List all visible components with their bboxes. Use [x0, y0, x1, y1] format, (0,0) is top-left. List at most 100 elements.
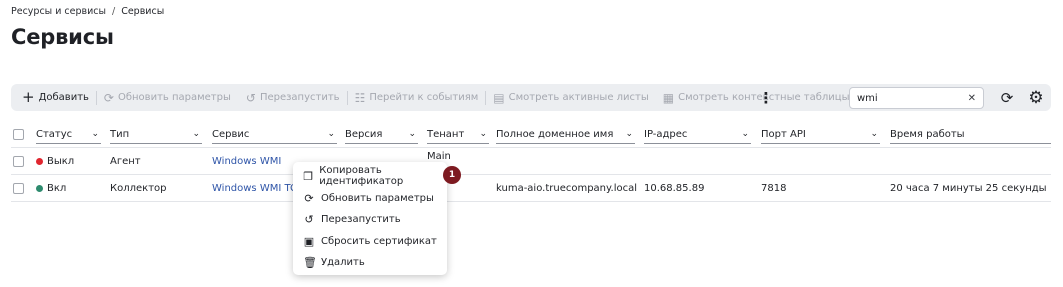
menu-item-copy-id[interactable]: ❐ Копировать идентификатор [293, 165, 447, 187]
view-active-lists-label: Смотреть активные листы [508, 92, 649, 103]
restart-button[interactable]: ↺ Перезапустить [241, 84, 345, 111]
toolbar-divider [95, 90, 97, 105]
column-header-api-port[interactable]: Порт API ⌄ [761, 121, 880, 148]
column-header-fqdn[interactable]: Полное доменное имя ⌄ [496, 121, 635, 148]
table-icon: ▦ [662, 90, 675, 105]
menu-item-label: Обновить параметры [321, 192, 434, 204]
more-vertical-icon[interactable]: ⋮ [759, 84, 774, 111]
menu-item-label: Копировать идентификатор [319, 165, 404, 187]
plus-icon: + [22, 88, 35, 106]
breadcrumb-current: Сервисы [121, 6, 165, 17]
select-all-checkbox[interactable] [13, 129, 24, 140]
menu-item-restart[interactable]: ↺ Перезапустить [293, 208, 447, 230]
service-link[interactable]: Windows WMI TCP [212, 175, 294, 202]
service-link[interactable]: Windows WMI [212, 148, 281, 175]
go-to-events-button[interactable]: ☷ Перейти к событиям [350, 84, 484, 111]
row-checkbox[interactable] [13, 156, 24, 167]
search-input[interactable]: wmi ✕ [849, 87, 984, 109]
status-cell: Вкл [36, 175, 66, 202]
update-params-label: Обновить параметры [117, 92, 231, 103]
chevron-down-icon[interactable]: ⌄ [479, 129, 487, 139]
context-menu: ❐ Копировать идентификатор ⟳ Обновить па… [293, 162, 447, 275]
view-context-tables-button[interactable]: ▦ Смотреть контекстные таблицы [658, 84, 855, 111]
breadcrumb-separator: / [111, 6, 116, 17]
page-title: Сервисы [11, 25, 114, 49]
column-underline [761, 143, 880, 144]
restart-icon: ↺ [304, 212, 314, 226]
toolbar-divider [346, 90, 348, 105]
menu-item-label: Удалить [321, 256, 365, 268]
refresh-icon: ⟳ [304, 191, 314, 205]
select-all-checkbox-cell [13, 121, 24, 148]
column-header-label: Время работы [890, 129, 965, 140]
column-underline [496, 143, 635, 144]
chevron-down-icon[interactable]: ⌄ [91, 129, 99, 139]
chevron-down-icon[interactable]: ⌄ [327, 129, 335, 139]
row-checkbox[interactable] [13, 183, 24, 194]
column-header-label: Версия [345, 129, 383, 140]
go-to-events-label: Перейти к событиям [369, 92, 479, 103]
column-header-version[interactable]: Версия ⌄ [345, 121, 418, 148]
chevron-down-icon[interactable]: ⌄ [192, 129, 200, 139]
type-cell: Агент [110, 156, 141, 167]
toolbar: + Добавить ⟳ Обновить параметры ↺ Переза… [11, 84, 1051, 111]
view-active-lists-button[interactable]: ▤ Смотреть активные листы [488, 84, 653, 111]
column-header-status[interactable]: Статус ⌄ [36, 121, 101, 148]
breadcrumb: Ресурсы и сервисы / Сервисы [11, 6, 164, 17]
refresh-icon: ⟳ [103, 90, 114, 105]
column-underline [644, 143, 751, 144]
menu-item-label: Перезапустить [321, 213, 401, 225]
column-underline [36, 143, 101, 144]
table-row[interactable]: Выкл Агент Windows WMI Main [11, 148, 1051, 175]
callout-badge: 1 [443, 166, 461, 184]
chevron-down-icon[interactable]: ⌄ [625, 129, 633, 139]
row-checkbox-cell [13, 148, 24, 175]
column-header-label: Тип [110, 129, 130, 140]
copy-icon: ❐ [303, 169, 314, 183]
toolbar-divider [485, 90, 487, 105]
chevron-down-icon[interactable]: ⌄ [741, 129, 749, 139]
column-header-type[interactable]: Тип ⌄ [110, 121, 202, 148]
type-cell: Коллектор [110, 183, 167, 194]
restart-label: Перезапустить [259, 92, 340, 103]
column-header-ip[interactable]: IP-адрес ⌄ [644, 121, 751, 148]
search-value: wmi [857, 92, 878, 104]
gear-icon[interactable]: ⚙ [1025, 87, 1047, 109]
status-text: Выкл [47, 156, 75, 167]
menu-item-reset-certificate[interactable]: ▣ Сбросить сертификат [293, 230, 447, 252]
breadcrumb-parent-link[interactable]: Ресурсы и сервисы [11, 6, 106, 17]
column-header-label: IP-адрес [644, 129, 688, 140]
row-checkbox-cell [13, 175, 24, 202]
api-port-cell: 7818 [761, 183, 787, 194]
column-underline [890, 143, 1051, 144]
menu-item-update-params[interactable]: ⟳ Обновить параметры [293, 187, 447, 209]
status-dot [36, 185, 43, 192]
refresh-icon[interactable]: ⟳ [996, 87, 1018, 109]
uptime-cell: 20 часа 7 минуты 25 секунды [890, 183, 1047, 194]
add-button[interactable]: + Добавить [17, 84, 94, 111]
update-params-button[interactable]: ⟳ Обновить параметры [99, 84, 236, 111]
ip-cell: 10.68.85.89 [644, 183, 705, 194]
trash-icon: 🗑 [303, 255, 317, 269]
column-header-label: Полное доменное имя [496, 129, 614, 140]
certificate-icon: ▣ [303, 234, 315, 248]
column-header-service[interactable]: Сервис ⌄ [212, 121, 337, 148]
table-row[interactable]: Вкл Коллектор Windows WMI TCP kuma-aio.t… [11, 175, 1051, 202]
chevron-down-icon[interactable]: ⌄ [870, 129, 878, 139]
column-header-label: Сервис [212, 129, 250, 140]
column-header-label: Тенант [427, 129, 465, 140]
restart-icon: ↺ [245, 90, 256, 105]
column-header-label: Статус [36, 129, 73, 140]
chevron-down-icon[interactable]: ⌄ [408, 129, 416, 139]
menu-item-label: Сбросить сертификат [321, 235, 437, 247]
column-underline [110, 143, 202, 144]
events-icon: ☷ [354, 90, 366, 105]
menu-item-delete[interactable]: 🗑 Удалить [293, 251, 447, 273]
services-table: Статус ⌄ Тип ⌄ Сервис ⌄ Версия ⌄ Тенант … [11, 121, 1051, 202]
close-icon[interactable]: ✕ [968, 93, 976, 104]
status-cell: Выкл [36, 148, 74, 175]
add-button-label: Добавить [38, 92, 89, 103]
column-header-uptime[interactable]: Время работы [890, 121, 1051, 148]
status-text: Вкл [47, 183, 67, 194]
column-underline [345, 143, 418, 144]
